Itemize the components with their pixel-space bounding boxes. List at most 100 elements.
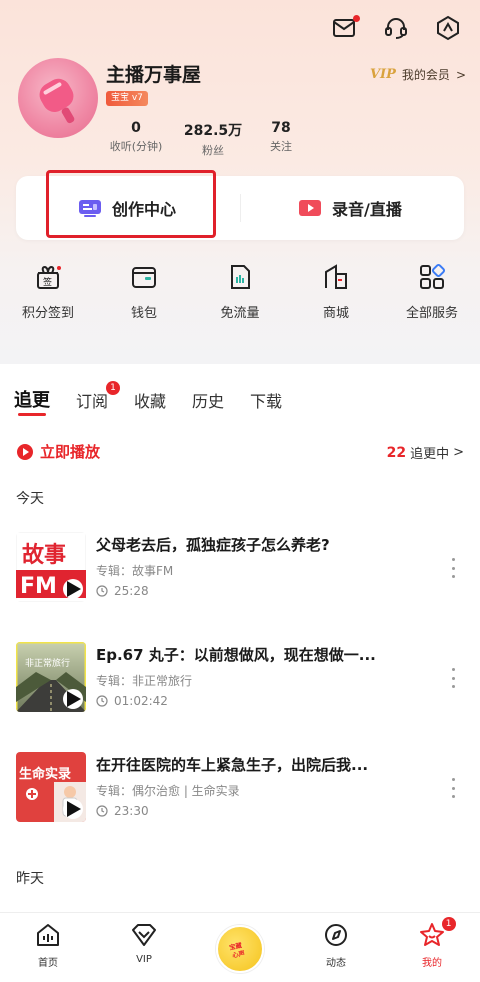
record-live-label: 录音/直播: [332, 200, 402, 219]
episode-duration: 23:30: [96, 804, 149, 818]
quick-action-free-data[interactable]: 免流量: [192, 262, 288, 321]
profile-stats: 0 收听(分钟) 282.5万 粉丝 78 关注: [100, 120, 306, 158]
duration-text: 23:30: [114, 804, 149, 818]
episode-item[interactable]: 故事 FM 父母老去后，孤独症孩子怎么养老? 专辑：故事FM 25:28: [16, 532, 464, 606]
stat-label: 收听(分钟): [109, 140, 163, 153]
episode-duration: 01:02:42: [96, 694, 168, 708]
play-icon[interactable]: [63, 689, 83, 709]
mail-icon[interactable]: [330, 14, 360, 42]
quick-action-checkin[interactable]: 签 积分签到: [0, 262, 96, 321]
episode-item[interactable]: 非正常旅行 Ep.67 丸子：以前想做风，现在想做一... 专辑：非正常旅行 0…: [16, 642, 464, 716]
tab-badge: 1: [106, 381, 121, 395]
episode-album: 专辑：非正常旅行: [96, 674, 193, 688]
avatar[interactable]: [18, 58, 98, 138]
quick-action-all-services[interactable]: 全部服务: [384, 262, 480, 321]
quick-action-shop[interactable]: 商城: [288, 262, 384, 321]
nav-center[interactable]: 宝藏 心声: [192, 913, 288, 982]
vip-icon: [132, 924, 156, 946]
highlight-annotation: [46, 170, 216, 238]
nav-badge: 1: [441, 917, 456, 931]
quick-action-label: 免流量: [220, 306, 260, 321]
video-record-icon: [299, 200, 321, 216]
tab-label: 订阅: [76, 392, 109, 411]
nav-home[interactable]: 首页: [0, 913, 96, 982]
settings-icon[interactable]: [434, 14, 462, 42]
username: 主播万事屋: [106, 64, 202, 86]
tab-label: 收藏: [134, 392, 167, 411]
svg-text:FM: FM: [20, 574, 57, 599]
episode-album: 专辑：故事FM: [96, 564, 174, 578]
stat-value: 0: [131, 120, 141, 136]
home-icon: [37, 924, 59, 946]
nav-label: 首页: [38, 958, 58, 969]
tab-downloads[interactable]: 下载: [250, 388, 282, 412]
episode-title: 父母老去后，孤独症孩子怎么养老?: [96, 536, 330, 554]
stat-value: 78: [271, 120, 291, 136]
nav-label: VIP: [136, 954, 152, 965]
nav-vip[interactable]: VIP: [96, 913, 192, 982]
following-count: 22: [386, 444, 407, 461]
stat-following[interactable]: 78 关注: [256, 120, 306, 158]
clock-icon: [96, 695, 108, 707]
nav-label: 我的: [422, 958, 442, 969]
record-live-button[interactable]: 录音/直播: [298, 176, 402, 240]
gift-icon: 签: [37, 265, 61, 289]
quick-action-label: 积分签到: [21, 306, 74, 321]
clock-icon: [96, 585, 108, 597]
section-divider: [0, 350, 480, 364]
my-membership-link[interactable]: VIP 我的会员 >: [370, 66, 466, 83]
section-yesterday: 昨天: [16, 871, 44, 887]
nav-mine[interactable]: 1 我的: [384, 913, 480, 982]
quick-action-label: 商城: [322, 306, 349, 321]
stat-fans[interactable]: 282.5万 粉丝: [176, 120, 250, 158]
quick-actions: 签 积分签到 钱包 免流量 商城 全部服务: [0, 262, 480, 321]
vip-logo-icon: VIP: [369, 67, 396, 82]
tab-label: 追更: [14, 390, 50, 411]
chevron-right-icon: >: [455, 67, 466, 82]
more-options-icon[interactable]: [450, 558, 456, 578]
sim-card-icon: [231, 265, 250, 289]
nav-moments[interactable]: 动态: [288, 913, 384, 982]
section-today: 今天: [16, 491, 44, 507]
play-now-label: 立即播放: [40, 443, 101, 461]
compass-icon: [325, 924, 347, 946]
duration-text: 01:02:42: [114, 694, 168, 708]
quick-action-wallet[interactable]: 钱包: [96, 262, 192, 321]
tab-subscriptions[interactable]: 订阅 1: [76, 381, 121, 412]
more-options-icon[interactable]: [450, 668, 456, 688]
svg-text:宝藏: 宝藏: [228, 940, 243, 952]
card-divider: [240, 194, 241, 222]
bottom-navigation: 首页 VIP 宝藏 心声 动态 1 我的: [0, 912, 480, 982]
episode-duration: 25:28: [96, 584, 149, 598]
stat-listening[interactable]: 0 收听(分钟): [100, 120, 172, 158]
episode-cover: 生命实录: [16, 752, 86, 822]
episode-album: 专辑：偶尔治愈 | 生命实录: [96, 784, 240, 798]
headset-icon[interactable]: [382, 14, 410, 42]
duration-text: 25:28: [114, 584, 149, 598]
tab-history[interactable]: 历史: [192, 388, 224, 412]
quick-action-label: 钱包: [130, 306, 157, 321]
more-options-icon[interactable]: [450, 778, 456, 798]
active-tab-indicator: [18, 413, 46, 416]
episode-cover: 非正常旅行: [16, 642, 86, 712]
stat-label: 粉丝: [202, 144, 224, 157]
tab-label: 下载: [250, 392, 283, 411]
nav-label: 动态: [326, 958, 346, 969]
following-label: 追更中: [410, 447, 450, 462]
unread-dot: [353, 15, 360, 22]
center-logo-icon: 宝藏 心声: [216, 925, 264, 973]
shop-icon: [325, 264, 347, 289]
svg-text:故事: 故事: [22, 542, 66, 568]
wallet-icon: [132, 267, 156, 288]
tab-follow-updates[interactable]: 追更: [14, 386, 50, 416]
episode-title: 在开往医院的车上紧急生子，出院后我...: [96, 756, 369, 774]
play-now-button[interactable]: 立即播放: [16, 441, 100, 462]
episode-item[interactable]: 生命实录 在开往医院的车上紧急生子，出院后我... 专辑：偶尔治愈 | 生命实录…: [16, 752, 464, 826]
following-link[interactable]: 22 追更中 >: [386, 443, 464, 463]
play-icon[interactable]: [63, 579, 83, 599]
play-icon[interactable]: [63, 799, 83, 819]
quick-action-label: 全部服务: [405, 306, 458, 321]
tab-favorites[interactable]: 收藏: [134, 388, 166, 412]
content-tabs: 追更 订阅 1 收藏 历史 下载: [14, 381, 308, 416]
svg-text:签: 签: [43, 276, 52, 288]
